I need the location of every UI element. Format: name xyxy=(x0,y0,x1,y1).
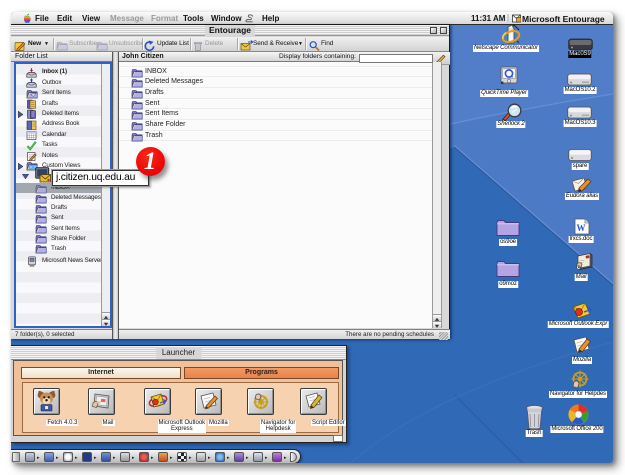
svg-text:W: W xyxy=(577,223,586,233)
